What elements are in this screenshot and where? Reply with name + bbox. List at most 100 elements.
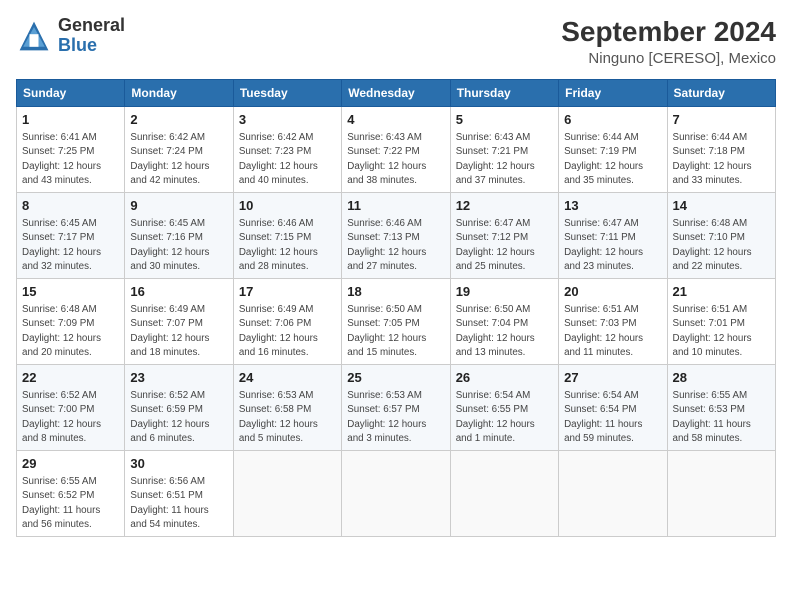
col-header-tuesday: Tuesday: [233, 80, 341, 107]
col-header-monday: Monday: [125, 80, 233, 107]
day-number: 4: [347, 111, 444, 129]
day-cell: 8Sunrise: 6:45 AM Sunset: 7:17 PM Daylig…: [17, 193, 125, 279]
day-number: 9: [130, 197, 227, 215]
day-number: 27: [564, 369, 661, 387]
week-row-3: 15Sunrise: 6:48 AM Sunset: 7:09 PM Dayli…: [17, 279, 776, 365]
week-row-5: 29 Sunrise: 6:55 AM Sunset: 6:52 PM Dayli…: [17, 451, 776, 537]
day-cell: 19 Sunrise: 6:50 AM Sunset: 7:04 PM Dayli…: [450, 279, 558, 365]
day-number: 19: [456, 283, 553, 301]
day-info: Sunrise: 6:47 AM Sunset: 7:11 PM Dayligh…: [564, 217, 661, 274]
day-info: Sunrise: 6:48 AM Sunset: 7:09 PM Dayligh…: [22, 303, 119, 360]
day-cell: 10 Sunrise: 6:46 AM Sunset: 7:15 PM Dayli…: [233, 193, 341, 279]
week-row-1: 1 Sunrise: 6:41 AM Sunset: 7:25 PM Daylig…: [17, 107, 776, 193]
day-info: Sunrise: 6:47 AM Sunset: 7:12 PM Dayligh…: [456, 217, 553, 274]
day-number: 1: [22, 111, 119, 129]
day-info: Sunrise: 6:56 AM Sunset: 6:51 PM Dayligh…: [130, 475, 227, 532]
day-info: Sunrise: 6:49 AM Sunset: 7:07 PM Dayligh…: [130, 303, 227, 360]
day-number: 12: [456, 197, 553, 215]
day-number: 7: [673, 111, 770, 129]
col-header-thursday: Thursday: [450, 80, 558, 107]
day-info: Sunrise: 6:44 AM Sunset: 7:18 PM Dayligh…: [673, 131, 770, 188]
day-number: 29: [22, 455, 119, 473]
day-info: Sunrise: 6:42 AM Sunset: 7:23 PM Dayligh…: [239, 131, 336, 188]
day-cell: 28Sunrise: 6:55 AM Sunset: 6:53 PM Dayli…: [667, 365, 775, 451]
day-cell: 14 Sunrise: 6:48 AM Sunset: 7:10 PM Dayli…: [667, 193, 775, 279]
day-info: Sunrise: 6:50 AM Sunset: 7:04 PM Dayligh…: [456, 303, 553, 360]
day-cell: 1 Sunrise: 6:41 AM Sunset: 7:25 PM Daylig…: [17, 107, 125, 193]
day-info: Sunrise: 6:53 AM Sunset: 6:57 PM Dayligh…: [347, 389, 444, 446]
day-number: 22: [22, 369, 119, 387]
day-cell: [667, 451, 775, 537]
day-cell: 21Sunrise: 6:51 AM Sunset: 7:01 PM Dayli…: [667, 279, 775, 365]
day-cell: 20 Sunrise: 6:51 AM Sunset: 7:03 PM Dayli…: [559, 279, 667, 365]
day-number: 11: [347, 197, 444, 215]
location-title: Ninguno [CERESO], Mexico: [561, 50, 776, 67]
day-number: 30: [130, 455, 227, 473]
day-info: Sunrise: 6:55 AM Sunset: 6:52 PM Dayligh…: [22, 475, 119, 532]
day-cell: [233, 451, 341, 537]
logo: General Blue: [16, 16, 125, 56]
day-info: Sunrise: 6:41 AM Sunset: 7:25 PM Dayligh…: [22, 131, 119, 188]
month-title: September 2024: [561, 16, 776, 48]
day-info: Sunrise: 6:48 AM Sunset: 7:10 PM Dayligh…: [673, 217, 770, 274]
day-cell: [450, 451, 558, 537]
day-info: Sunrise: 6:51 AM Sunset: 7:01 PM Dayligh…: [673, 303, 770, 360]
week-row-2: 8Sunrise: 6:45 AM Sunset: 7:17 PM Daylig…: [17, 193, 776, 279]
day-cell: 27 Sunrise: 6:54 AM Sunset: 6:54 PM Dayli…: [559, 365, 667, 451]
day-info: Sunrise: 6:54 AM Sunset: 6:55 PM Dayligh…: [456, 389, 553, 446]
day-number: 6: [564, 111, 661, 129]
day-cell: [342, 451, 450, 537]
logo-text: General Blue: [58, 16, 125, 56]
day-cell: 7 Sunrise: 6:44 AM Sunset: 7:18 PM Daylig…: [667, 107, 775, 193]
day-number: 5: [456, 111, 553, 129]
day-info: Sunrise: 6:43 AM Sunset: 7:22 PM Dayligh…: [347, 131, 444, 188]
day-cell: 30 Sunrise: 6:56 AM Sunset: 6:51 PM Dayli…: [125, 451, 233, 537]
col-header-wednesday: Wednesday: [342, 80, 450, 107]
day-cell: 22 Sunrise: 6:52 AM Sunset: 7:00 PM Dayli…: [17, 365, 125, 451]
day-info: Sunrise: 6:45 AM Sunset: 7:17 PM Dayligh…: [22, 217, 119, 274]
day-info: Sunrise: 6:45 AM Sunset: 7:16 PM Dayligh…: [130, 217, 227, 274]
day-cell: 24Sunrise: 6:53 AM Sunset: 6:58 PM Dayli…: [233, 365, 341, 451]
day-info: Sunrise: 6:52 AM Sunset: 7:00 PM Dayligh…: [22, 389, 119, 446]
day-cell: 29 Sunrise: 6:55 AM Sunset: 6:52 PM Dayli…: [17, 451, 125, 537]
day-number: 10: [239, 197, 336, 215]
title-block: September 2024 Ninguno [CERESO], Mexico: [561, 16, 776, 67]
col-header-sunday: Sunday: [17, 80, 125, 107]
day-cell: 17Sunrise: 6:49 AM Sunset: 7:06 PM Dayli…: [233, 279, 341, 365]
day-info: Sunrise: 6:46 AM Sunset: 7:13 PM Dayligh…: [347, 217, 444, 274]
day-info: Sunrise: 6:54 AM Sunset: 6:54 PM Dayligh…: [564, 389, 661, 446]
day-info: Sunrise: 6:43 AM Sunset: 7:21 PM Dayligh…: [456, 131, 553, 188]
day-info: Sunrise: 6:51 AM Sunset: 7:03 PM Dayligh…: [564, 303, 661, 360]
day-number: 14: [673, 197, 770, 215]
col-header-friday: Friday: [559, 80, 667, 107]
calendar-table: SundayMondayTuesdayWednesdayThursdayFrid…: [16, 79, 776, 537]
day-number: 20: [564, 283, 661, 301]
day-cell: 26 Sunrise: 6:54 AM Sunset: 6:55 PM Dayli…: [450, 365, 558, 451]
day-info: Sunrise: 6:46 AM Sunset: 7:15 PM Dayligh…: [239, 217, 336, 274]
day-info: Sunrise: 6:52 AM Sunset: 6:59 PM Dayligh…: [130, 389, 227, 446]
day-number: 26: [456, 369, 553, 387]
day-cell: 12 Sunrise: 6:47 AM Sunset: 7:12 PM Dayli…: [450, 193, 558, 279]
day-cell: 13Sunrise: 6:47 AM Sunset: 7:11 PM Dayli…: [559, 193, 667, 279]
day-number: 18: [347, 283, 444, 301]
day-info: Sunrise: 6:50 AM Sunset: 7:05 PM Dayligh…: [347, 303, 444, 360]
day-number: 16: [130, 283, 227, 301]
day-cell: 5 Sunrise: 6:43 AM Sunset: 7:21 PM Daylig…: [450, 107, 558, 193]
week-row-4: 22 Sunrise: 6:52 AM Sunset: 7:00 PM Dayli…: [17, 365, 776, 451]
day-cell: 25 Sunrise: 6:53 AM Sunset: 6:57 PM Dayli…: [342, 365, 450, 451]
day-cell: 4 Sunrise: 6:43 AM Sunset: 7:22 PM Daylig…: [342, 107, 450, 193]
day-cell: 23 Sunrise: 6:52 AM Sunset: 6:59 PM Dayli…: [125, 365, 233, 451]
day-number: 25: [347, 369, 444, 387]
day-number: 2: [130, 111, 227, 129]
day-cell: 15Sunrise: 6:48 AM Sunset: 7:09 PM Dayli…: [17, 279, 125, 365]
day-cell: 9 Sunrise: 6:45 AM Sunset: 7:16 PM Daylig…: [125, 193, 233, 279]
day-number: 23: [130, 369, 227, 387]
day-cell: 16 Sunrise: 6:49 AM Sunset: 7:07 PM Dayli…: [125, 279, 233, 365]
day-cell: 6 Sunrise: 6:44 AM Sunset: 7:19 PM Daylig…: [559, 107, 667, 193]
day-info: Sunrise: 6:44 AM Sunset: 7:19 PM Dayligh…: [564, 131, 661, 188]
day-cell: [559, 451, 667, 537]
calendar-header-row: SundayMondayTuesdayWednesdayThursdayFrid…: [17, 80, 776, 107]
calendar-body: 1 Sunrise: 6:41 AM Sunset: 7:25 PM Daylig…: [17, 107, 776, 537]
day-number: 24: [239, 369, 336, 387]
day-number: 28: [673, 369, 770, 387]
